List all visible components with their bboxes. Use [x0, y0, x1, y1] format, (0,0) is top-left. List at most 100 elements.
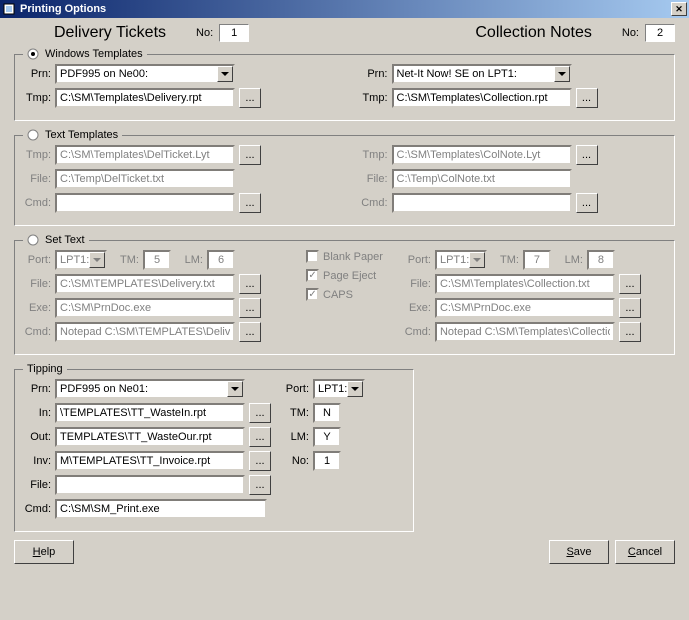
tt-collection-file-input[interactable]	[392, 169, 572, 189]
windows-templates-legend[interactable]: Windows Templates	[23, 48, 147, 60]
tmp-label-r: Tmp:	[360, 92, 388, 104]
prn-label: Prn:	[23, 68, 51, 80]
st-delivery-port-select[interactable]: LPT1:	[55, 250, 107, 270]
tip-prn-select[interactable]: PDF995 on Ne01:	[55, 379, 245, 399]
collection-no-input[interactable]	[645, 24, 675, 42]
caps-label: CAPS	[323, 289, 353, 301]
st-collection-tm-input[interactable]	[523, 250, 551, 270]
st-collection-exe-input[interactable]	[435, 298, 615, 318]
chevron-down-icon[interactable]	[217, 66, 233, 82]
radio-set-text[interactable]	[27, 234, 39, 246]
blank-paper-label: Blank Paper	[323, 251, 383, 263]
st-collection-cmd-browse-button[interactable]: ...	[619, 322, 641, 342]
help-button[interactable]: Help	[14, 540, 74, 564]
st-delivery-cmd-input[interactable]	[55, 322, 235, 342]
tipping-legend: Tipping	[23, 363, 67, 375]
delivery-title: Delivery Tickets	[54, 24, 166, 42]
tt-delivery-file-input[interactable]	[55, 169, 235, 189]
window-icon	[2, 2, 16, 16]
save-button[interactable]: Save	[549, 540, 609, 564]
st-collection-lm-input[interactable]	[587, 250, 615, 270]
st-collection-file-browse-button[interactable]: ...	[619, 274, 641, 294]
delivery-no-input[interactable]	[219, 24, 249, 42]
cancel-button[interactable]: Cancel	[615, 540, 675, 564]
st-delivery-file-browse-button[interactable]: ...	[239, 274, 261, 294]
st-cmd-label-r: Cmd:	[403, 326, 431, 338]
st-delivery-cmd-browse-button[interactable]: ...	[239, 322, 261, 342]
tip-out-browse-button[interactable]: ...	[249, 427, 271, 447]
delivery-prn-select[interactable]: PDF995 on Ne00:	[55, 64, 235, 84]
st-collection-port-select[interactable]: LPT1:	[435, 250, 487, 270]
text-templates-legend[interactable]: Text Templates	[23, 129, 122, 141]
tip-inv-browse-button[interactable]: ...	[249, 451, 271, 471]
st-exe-label-l: Exe:	[23, 302, 51, 314]
tip-file-label: File:	[23, 479, 51, 491]
windows-templates-group: Windows Templates Prn: PDF995 on Ne00: T…	[14, 48, 675, 121]
delivery-tmp-input[interactable]	[55, 88, 235, 108]
tmp-label: Tmp:	[23, 92, 51, 104]
blank-paper-checkbox[interactable]	[306, 250, 319, 263]
st-tm-label-l: TM:	[111, 254, 139, 266]
set-text-group: Set Text Port: LPT1: TM: LM: File:	[14, 234, 675, 355]
tt-collection-tmp-input[interactable]	[392, 145, 572, 165]
tip-prn-label: Prn:	[23, 383, 51, 395]
collection-tmp-browse-button[interactable]: ...	[576, 88, 598, 108]
tt-delivery-cmd-input[interactable]	[55, 193, 235, 213]
chevron-down-icon[interactable]	[469, 252, 485, 268]
tt-tmp-label-l: Tmp:	[23, 149, 51, 161]
page-eject-checkbox[interactable]: ✓	[306, 269, 319, 282]
collection-prn-select[interactable]: Net-It Now! SE on LPT1:	[392, 64, 572, 84]
tt-delivery-tmp-browse-button[interactable]: ...	[239, 145, 261, 165]
chevron-down-icon[interactable]	[89, 252, 105, 268]
tip-tm-label: TM:	[281, 407, 309, 419]
chevron-down-icon[interactable]	[554, 66, 570, 82]
tt-delivery-tmp-input[interactable]	[55, 145, 235, 165]
radio-windows-templates[interactable]	[27, 48, 39, 60]
tt-cmd-label-l: Cmd:	[23, 197, 51, 209]
st-delivery-exe-input[interactable]	[55, 298, 235, 318]
tip-cmd-input[interactable]	[55, 499, 267, 519]
tip-no-label: No:	[281, 455, 309, 467]
tt-delivery-cmd-browse-button[interactable]: ...	[239, 193, 261, 213]
tt-tmp-label-r: Tmp:	[360, 149, 388, 161]
tip-no-input[interactable]	[313, 451, 341, 471]
chevron-down-icon[interactable]	[347, 381, 363, 397]
st-delivery-tm-input[interactable]	[143, 250, 171, 270]
close-button[interactable]: ✕	[671, 2, 687, 16]
tt-collection-cmd-input[interactable]	[392, 193, 572, 213]
delivery-tmp-browse-button[interactable]: ...	[239, 88, 261, 108]
tip-file-input[interactable]	[55, 475, 245, 495]
tip-out-label: Out:	[23, 431, 51, 443]
tip-lm-input[interactable]	[313, 427, 341, 447]
tt-collection-cmd-browse-button[interactable]: ...	[576, 193, 598, 213]
tip-port-select[interactable]: LPT1:	[313, 379, 365, 399]
st-collection-file-input[interactable]	[435, 274, 615, 294]
tip-in-browse-button[interactable]: ...	[249, 403, 271, 423]
st-collection-cmd-input[interactable]	[435, 322, 615, 342]
st-lm-label-r: LM:	[555, 254, 583, 266]
caps-checkbox[interactable]: ✓	[306, 288, 319, 301]
delivery-no-label: No:	[196, 27, 213, 39]
st-delivery-lm-input[interactable]	[207, 250, 235, 270]
tip-file-browse-button[interactable]: ...	[249, 475, 271, 495]
chevron-down-icon[interactable]	[227, 381, 243, 397]
tip-lm-label: LM:	[281, 431, 309, 443]
radio-text-templates[interactable]	[27, 129, 39, 141]
tip-port-label: Port:	[281, 383, 309, 395]
st-delivery-exe-browse-button[interactable]: ...	[239, 298, 261, 318]
tip-inv-input[interactable]	[55, 451, 245, 471]
tip-in-input[interactable]	[55, 403, 245, 423]
st-collection-exe-browse-button[interactable]: ...	[619, 298, 641, 318]
tip-out-input[interactable]	[55, 427, 245, 447]
st-delivery-file-input[interactable]	[55, 274, 235, 294]
set-text-legend[interactable]: Set Text	[23, 234, 89, 246]
collection-tmp-input[interactable]	[392, 88, 572, 108]
page-eject-label: Page Eject	[323, 270, 376, 282]
tt-collection-tmp-browse-button[interactable]: ...	[576, 145, 598, 165]
st-cmd-label-l: Cmd:	[23, 326, 51, 338]
set-text-checks: Blank Paper ✓ Page Eject ✓ CAPS	[296, 250, 393, 307]
collection-no-label: No:	[622, 27, 639, 39]
header-row: Delivery Tickets No: Collection Notes No…	[14, 24, 675, 42]
tip-tm-input[interactable]	[313, 403, 341, 423]
st-file-label-l: File:	[23, 278, 51, 290]
